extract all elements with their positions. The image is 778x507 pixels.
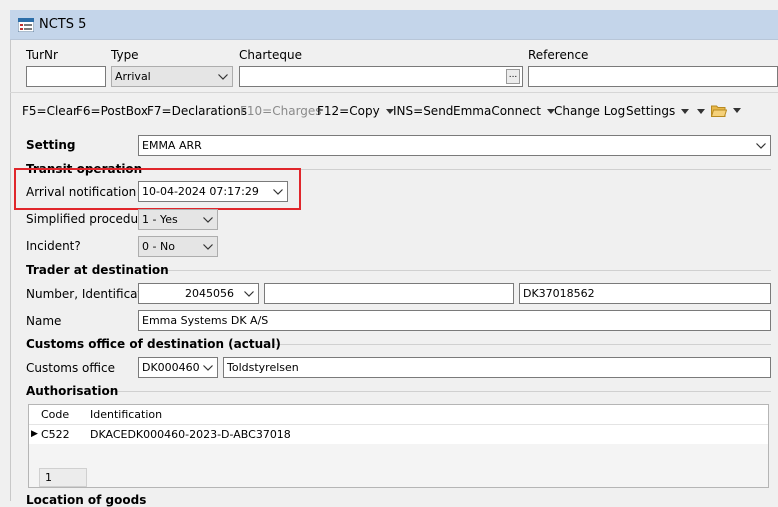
window-title: NCTS 5	[39, 17, 87, 32]
customs-office-label: Customs office	[26, 361, 115, 375]
section-divider	[108, 391, 771, 392]
settings-menu[interactable]: Settings	[626, 104, 690, 118]
send-button[interactable]: INS=Send	[393, 104, 453, 118]
toolbar-separator	[10, 92, 778, 93]
authorisation-section-title: Authorisation	[26, 384, 119, 398]
turnr-label: TurNr	[26, 48, 58, 62]
app-grid-icon	[18, 18, 34, 32]
folder-menu[interactable]	[710, 103, 741, 117]
chevron-down-icon	[240, 284, 258, 303]
type-label: Type	[111, 48, 139, 62]
clear-button[interactable]: F5=Clear	[22, 104, 78, 118]
customs-section-title: Customs office of destination (actual)	[26, 337, 281, 351]
type-value: Arrival	[115, 70, 151, 83]
row-marker-icon: ▶	[31, 429, 38, 439]
copy-label: F12=Copy	[317, 104, 380, 118]
chevron-down-icon	[733, 108, 741, 113]
name-input[interactable]: Emma Systems DK A/S	[138, 310, 771, 331]
arrival-highlight-box	[14, 168, 301, 210]
emmaconnect-label: EmmaConnect	[453, 104, 541, 118]
chevron-down-icon	[199, 210, 217, 229]
number-select[interactable]: 2045056	[138, 283, 259, 304]
simplified-label: Simplified procedure	[26, 212, 151, 226]
number-value: 2045056	[185, 287, 234, 300]
section-divider	[152, 270, 771, 271]
reference-label: Reference	[528, 48, 589, 62]
incident-select[interactable]: 0 - No	[138, 236, 218, 257]
extra-menu[interactable]	[697, 104, 705, 118]
grid-header: Code Identification	[29, 405, 768, 425]
simplified-select[interactable]: 1 - Yes	[138, 209, 218, 230]
charteque-label: Charteque	[239, 48, 302, 62]
authorisation-grid[interactable]: Code Identification ▶ C522 DKACEDK000460…	[28, 404, 769, 488]
reference-input[interactable]	[528, 66, 778, 87]
turnr-input[interactable]	[26, 66, 106, 87]
chevron-down-icon	[697, 109, 705, 114]
title-bar: NCTS 5	[10, 10, 778, 40]
location-section-title: Location of goods	[26, 493, 147, 507]
customs-office-name-input[interactable]: Toldstyrelsen	[223, 357, 771, 378]
postbox-button[interactable]: F6=PostBox	[76, 104, 148, 118]
simplified-value: 1 - Yes	[142, 213, 178, 226]
customs-office-select[interactable]: DK000460	[138, 357, 218, 378]
changelog-button[interactable]: Change Log	[554, 104, 625, 118]
name-label: Name	[26, 314, 62, 328]
identification-input[interactable]	[264, 283, 514, 304]
charges-button[interactable]: F10=Charges	[240, 104, 322, 118]
chevron-down-icon	[199, 237, 217, 256]
charteque-browse-button[interactable]: ...	[506, 69, 520, 84]
incident-value: 0 - No	[142, 240, 175, 253]
chevron-down-icon	[214, 67, 232, 86]
section-divider	[272, 344, 771, 345]
setting-label: Setting	[26, 138, 76, 152]
row-code[interactable]: C522	[41, 428, 70, 441]
chevron-down-icon	[681, 109, 690, 114]
row-identification[interactable]: DKACEDK000460-2023-D-ABC37018	[90, 428, 291, 441]
type-select[interactable]: Arrival	[111, 66, 233, 87]
chevron-down-icon	[752, 136, 770, 155]
customs-office-code: DK000460	[142, 361, 200, 374]
charteque-input[interactable]: ...	[239, 66, 523, 87]
declarations-button[interactable]: F7=Declarations	[147, 104, 247, 118]
emmaconnect-menu[interactable]: EmmaConnect	[453, 104, 555, 118]
trader-section-title: Trader at destination	[26, 263, 169, 277]
column-header-identification[interactable]: Identification	[90, 408, 162, 421]
setting-value: EMMA ARR	[142, 139, 202, 152]
grid-footer-count: 1	[39, 468, 87, 487]
column-header-code[interactable]: Code	[41, 408, 69, 421]
incident-label: Incident?	[26, 239, 81, 253]
folder-icon	[710, 105, 728, 117]
setting-select[interactable]: EMMA ARR	[138, 135, 771, 156]
dk-number-input[interactable]: DK37018562	[519, 283, 771, 304]
chevron-down-icon	[199, 358, 217, 377]
copy-menu[interactable]: F12=Copy	[317, 104, 394, 118]
settings-label: Settings	[626, 104, 676, 118]
table-row[interactable]: ▶ C522 DKACEDK000460-2023-D-ABC37018	[29, 425, 768, 444]
